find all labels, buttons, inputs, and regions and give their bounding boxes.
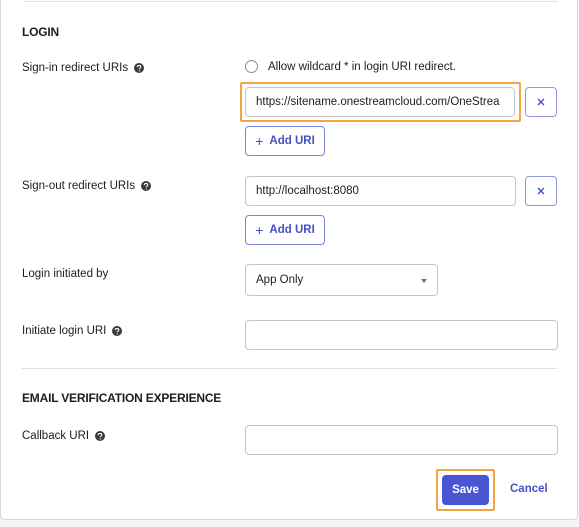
login-initiated-by-value: App Only <box>256 274 304 286</box>
initiate-login-uri-input[interactable] <box>245 320 558 350</box>
remove-sign-in-uri-button[interactable] <box>525 87 557 117</box>
login-initiated-by-select[interactable]: App Only <box>245 264 438 296</box>
help-circle-icon[interactable] <box>112 326 123 336</box>
sign-out-redirect-label-text: Sign-out redirect URIs <box>22 180 136 192</box>
login-initiated-by-label: Login initiated by <box>22 268 108 280</box>
initiate-login-uri-label: Initiate login URI <box>22 325 123 337</box>
help-circle-icon[interactable] <box>141 181 152 191</box>
sign-in-redirect-label: Sign-in redirect URIs <box>22 62 145 74</box>
add-sign-in-uri-label: Add URI <box>269 135 315 147</box>
save-button[interactable]: Save <box>442 475 489 505</box>
allow-wildcard-label: Allow wildcard * in login URI redirect. <box>268 60 456 73</box>
add-sign-out-uri-button[interactable]: + Add URI <box>245 215 325 245</box>
allow-wildcard-checkbox[interactable] <box>245 60 258 73</box>
add-sign-out-uri-label: Add URI <box>269 224 315 236</box>
sign-out-redirect-uri-input[interactable]: http://localhost:8080 <box>245 176 516 206</box>
remove-sign-out-uri-button[interactable] <box>525 176 557 206</box>
plus-icon: + <box>255 222 264 238</box>
caret-down-icon <box>421 279 427 283</box>
add-sign-in-uri-button[interactable]: + Add URI <box>245 126 325 156</box>
email-verification-section-title: EMAIL VERIFICATION EXPERIENCE <box>22 391 222 405</box>
callback-uri-label-text: Callback URI <box>22 430 90 442</box>
section-divider <box>22 368 557 369</box>
close-icon <box>537 98 545 106</box>
initiate-login-uri-label-text: Initiate login URI <box>22 325 107 337</box>
cancel-button[interactable]: Cancel <box>510 483 548 495</box>
sign-in-redirect-label-text: Sign-in redirect URIs <box>22 62 129 74</box>
callback-uri-input[interactable] <box>245 425 558 455</box>
allow-wildcard-option[interactable]: Allow wildcard * in login URI redirect. <box>245 60 456 73</box>
close-icon <box>537 187 545 195</box>
callback-uri-label: Callback URI <box>22 430 106 442</box>
sign-out-redirect-label: Sign-out redirect URIs <box>22 180 152 192</box>
plus-icon: + <box>255 133 264 149</box>
login-initiated-by-label-text: Login initiated by <box>22 268 109 280</box>
help-circle-icon[interactable] <box>95 431 106 441</box>
top-divider <box>23 1 558 2</box>
sign-in-redirect-uri-input[interactable]: https://sitename.onestreamcloud.com/OneS… <box>245 87 515 117</box>
help-circle-icon[interactable] <box>134 63 145 73</box>
login-section-title: LOGIN <box>22 25 59 39</box>
